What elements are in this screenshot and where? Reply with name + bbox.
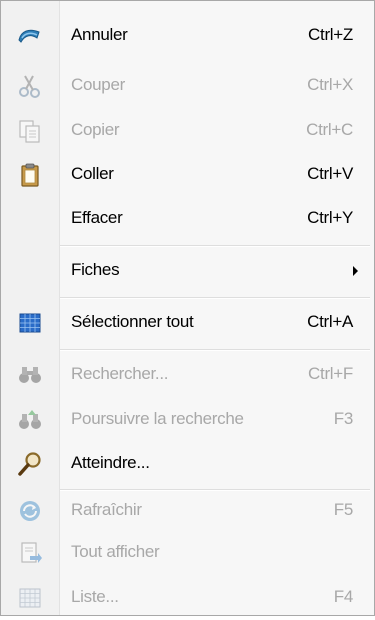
menu-item-shortcut: F5 xyxy=(333,500,354,519)
menu-item-couper[interactable]: Couper Ctrl+X xyxy=(1,64,374,108)
menu-item-shortcut: F4 xyxy=(333,587,354,606)
menu-item-shortcut: Ctrl+Y xyxy=(307,208,353,227)
menu-item-label: Poursuivre la recherche xyxy=(71,409,244,428)
menu-item-label: Atteindre... xyxy=(71,453,150,472)
menu-item-tout-afficher[interactable]: Tout afficher xyxy=(1,531,374,575)
menu-item-label: Annuler xyxy=(71,25,128,44)
menu-item-label: Copier xyxy=(71,120,120,139)
menu-item-annuler[interactable]: Annuler Ctrl+Z xyxy=(1,14,374,58)
menu-item-fiches[interactable]: Fiches xyxy=(1,249,374,293)
menu-item-shortcut: Ctrl+Z xyxy=(308,25,353,44)
refresh-icon xyxy=(17,498,43,524)
binoculars-icon xyxy=(17,362,43,388)
menu-separator xyxy=(60,245,370,247)
menu-item-shortcut: Ctrl+X xyxy=(307,75,353,94)
select-all-grid-icon xyxy=(17,310,43,336)
menu-item-label: Effacer xyxy=(71,208,123,227)
menu-item-shortcut: Ctrl+C xyxy=(306,120,353,139)
menu-separator xyxy=(60,297,370,299)
menu-item-label: Rafraîchir xyxy=(71,500,142,519)
magnifier-icon xyxy=(17,451,43,477)
scissors-icon xyxy=(17,73,43,99)
show-all-icon xyxy=(17,540,43,566)
menu-item-label: Couper xyxy=(71,75,125,94)
menu-item-label: Rechercher... xyxy=(71,364,169,383)
menu-item-shortcut: Ctrl+F xyxy=(308,364,353,383)
menu-item-label: Tout afficher xyxy=(71,542,160,561)
menu-item-rechercher[interactable]: Rechercher... Ctrl+F xyxy=(1,353,374,397)
menu-item-label: Sélectionner tout xyxy=(71,312,194,331)
menu-item-coller[interactable]: Coller Ctrl+V xyxy=(1,153,374,197)
menu-item-shortcut: Ctrl+V xyxy=(307,164,353,183)
menu-item-label: Coller xyxy=(71,164,114,183)
menu-item-copier[interactable]: Copier Ctrl+C xyxy=(1,109,374,153)
menu-item-shortcut: Ctrl+A xyxy=(307,312,353,331)
paste-clipboard-icon xyxy=(17,162,43,188)
menu-item-poursuivre-recherche[interactable]: Poursuivre la recherche F3 xyxy=(1,398,374,442)
context-menu: Annuler Ctrl+Z Couper Ctrl+X Copier Ctrl… xyxy=(0,0,375,616)
menu-item-label: Liste... xyxy=(71,587,119,606)
copy-icon xyxy=(17,118,43,144)
menu-item-selectionner-tout[interactable]: Sélectionner tout Ctrl+A xyxy=(1,301,374,345)
menu-item-shortcut: F3 xyxy=(333,409,354,428)
menu-item-atteindre[interactable]: Atteindre... xyxy=(1,442,374,486)
list-grid-icon xyxy=(17,585,43,611)
undo-icon xyxy=(17,23,43,49)
menu-item-liste[interactable]: Liste... F4 xyxy=(1,576,374,620)
menu-separator xyxy=(60,349,370,351)
find-next-binoculars-icon xyxy=(17,407,43,433)
menu-item-rafraichir[interactable]: Rafraîchir F5 xyxy=(1,489,374,533)
menu-item-label: Fiches xyxy=(71,260,120,279)
submenu-arrow-icon xyxy=(353,266,358,276)
menu-item-effacer[interactable]: Effacer Ctrl+Y xyxy=(1,197,374,241)
